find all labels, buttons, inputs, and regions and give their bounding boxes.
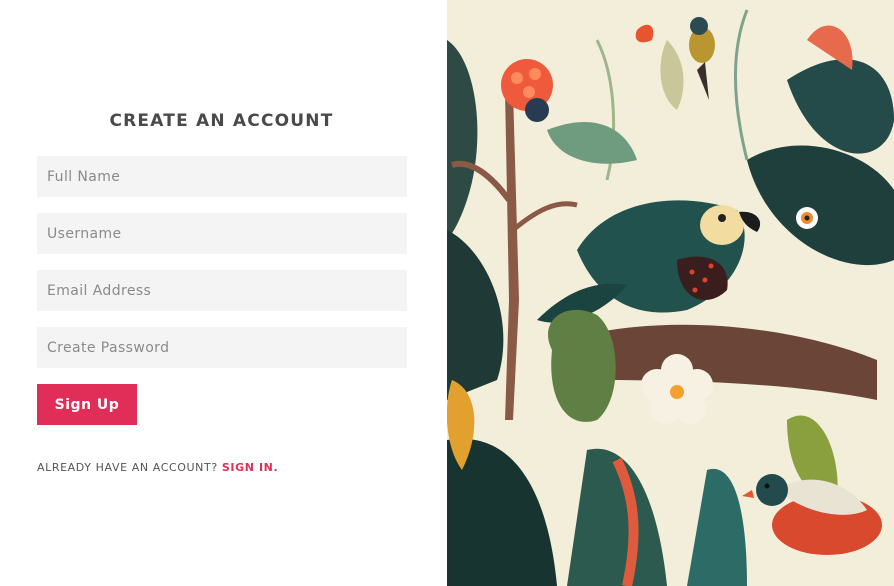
signin-prompt-text: ALREADY HAVE AN ACCOUNT? [37, 461, 218, 474]
form-title: CREATE AN ACCOUNT [109, 111, 334, 131]
signup-page: CREATE AN ACCOUNT Sign Up ALREADY HAVE A… [0, 0, 894, 586]
email-input[interactable] [37, 270, 407, 311]
signin-prompt-line: ALREADY HAVE AN ACCOUNT? SIGN IN. [37, 461, 278, 474]
password-input[interactable] [37, 327, 407, 368]
username-input[interactable] [37, 213, 407, 254]
full-name-input[interactable] [37, 156, 407, 197]
illustration-svg [447, 0, 894, 586]
sign-in-link[interactable]: SIGN IN. [222, 461, 278, 474]
sign-up-button[interactable]: Sign Up [37, 384, 137, 425]
jungle-birds-illustration [447, 0, 894, 586]
signup-form-panel: CREATE AN ACCOUNT Sign Up ALREADY HAVE A… [0, 0, 447, 586]
